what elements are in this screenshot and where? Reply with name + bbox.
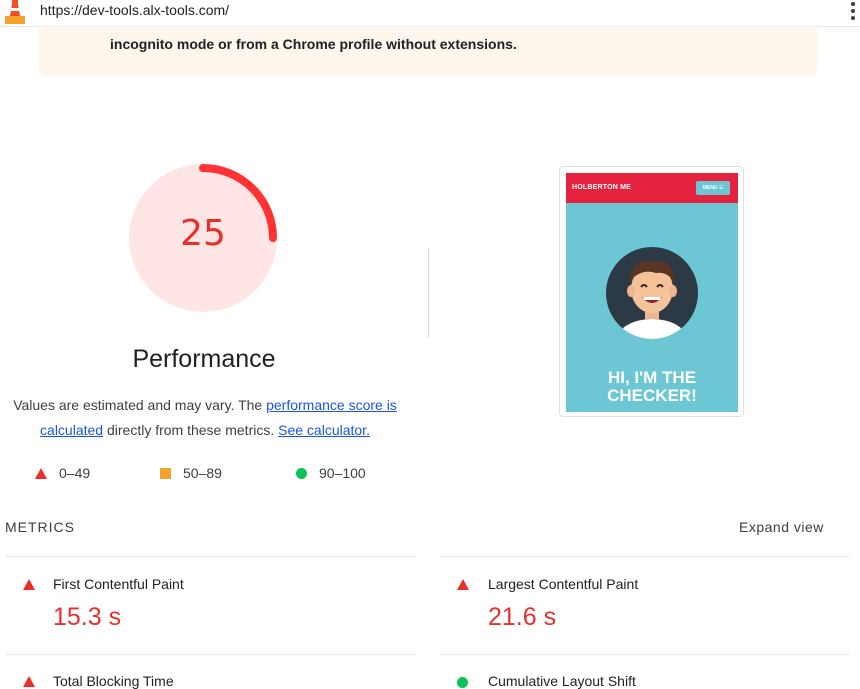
screenshot-headline: HI, I'M THE CHECKER! xyxy=(566,369,738,405)
fail-triangle-icon xyxy=(457,579,469,590)
legend-average-label: 50–89 xyxy=(183,465,222,481)
url-bar: https://dev-tools.alx-tools.com/ xyxy=(0,0,860,27)
warning-banner: incognito mode or from a Chrome profile … xyxy=(38,28,818,76)
metric-label-fcp: First Contentful Paint xyxy=(53,576,184,592)
performance-title: Performance xyxy=(132,345,276,373)
screenshot-header: HOLBERTON ME MENU ☰ xyxy=(566,173,738,203)
note-middle: directly from these metrics. xyxy=(103,422,279,438)
expand-view-button[interactable]: Expand view xyxy=(739,519,824,535)
screenshot-headline-line1: HI, I'M THE xyxy=(607,368,697,387)
metric-value-lcp: 21.6 s xyxy=(488,603,557,631)
performance-score: 25 xyxy=(180,213,226,254)
metric-label-cls: Cumulative Layout Shift xyxy=(488,673,636,689)
more-options-icon[interactable] xyxy=(848,0,858,22)
legend-pass: 90–100 xyxy=(296,463,366,483)
avatar-illustration xyxy=(606,247,698,339)
screenshot-brand: HOLBERTON ME xyxy=(572,184,632,191)
see-calculator-link[interactable]: See calculator. xyxy=(278,422,370,438)
screenshot-content: HOLBERTON ME MENU ☰ HI, I'M THE CHECKER! xyxy=(566,173,738,412)
fail-triangle-icon xyxy=(23,676,35,687)
metrics-divider-left xyxy=(5,556,415,557)
metric-value-fcp: 15.3 s xyxy=(53,603,122,631)
screenshot-menu-button: MENU ☰ xyxy=(696,181,730,195)
metrics-divider-right-2 xyxy=(440,654,850,655)
metrics-divider-right xyxy=(440,556,850,557)
score-note: Values are estimated and may vary. The p… xyxy=(0,393,410,443)
warning-text: incognito mode or from a Chrome profile … xyxy=(110,36,517,52)
average-square-icon xyxy=(160,467,171,479)
screenshot-headline-line2: CHECKER! xyxy=(607,386,697,405)
legend-fail: 0–49 xyxy=(35,463,90,483)
legend-pass-label: 90–100 xyxy=(319,465,366,481)
metric-label-lcp: Largest Contentful Paint xyxy=(488,576,639,592)
pass-circle-icon xyxy=(296,467,307,479)
page-screenshot[interactable]: HOLBERTON ME MENU ☰ HI, I'M THE CHECKER! xyxy=(559,166,744,417)
vertical-divider xyxy=(428,248,429,338)
note-prefix: Values are estimated and may vary. The xyxy=(13,397,267,413)
legend-fail-label: 0–49 xyxy=(59,465,91,481)
legend-average: 50–89 xyxy=(160,463,222,483)
url-text[interactable]: https://dev-tools.alx-tools.com/ xyxy=(40,2,229,18)
fail-triangle-icon xyxy=(23,579,35,590)
metrics-heading: METRICS xyxy=(5,519,75,535)
lighthouse-logo-icon xyxy=(5,0,25,24)
fail-triangle-icon xyxy=(35,467,47,479)
pass-circle-icon xyxy=(457,677,468,688)
metric-label-tbt: Total Blocking Time xyxy=(53,673,174,689)
metrics-divider-left-2 xyxy=(5,654,415,655)
